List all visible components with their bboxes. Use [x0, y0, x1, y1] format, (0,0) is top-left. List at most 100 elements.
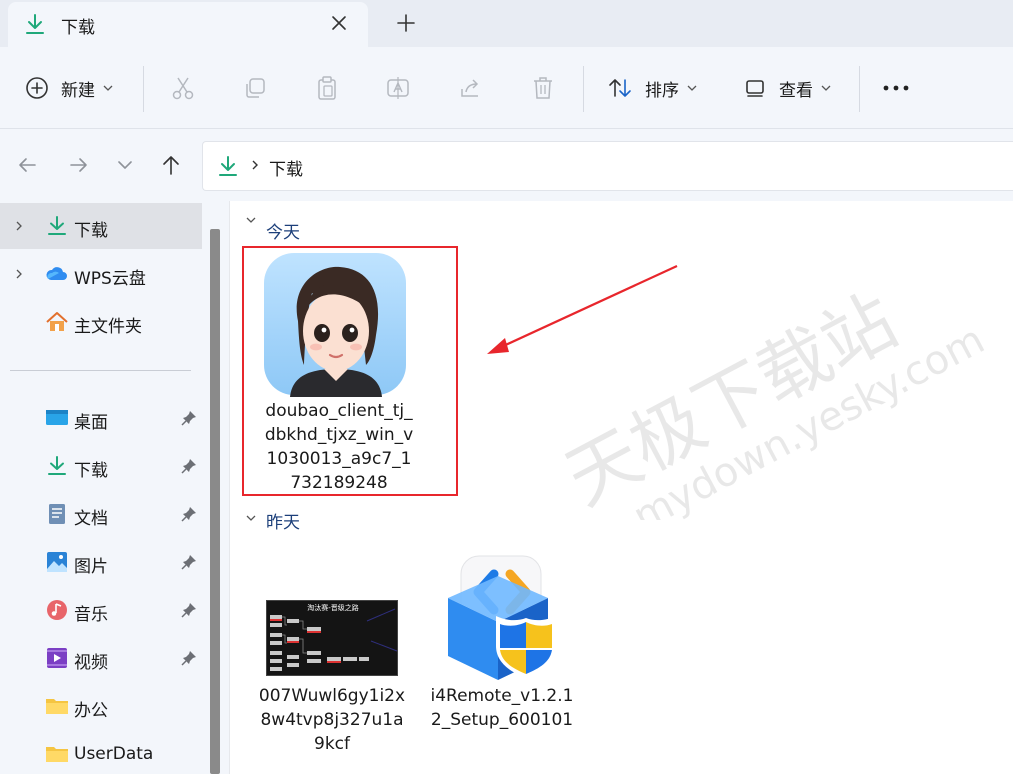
- close-icon[interactable]: [328, 12, 350, 34]
- sort-arrows-icon: [609, 79, 631, 97]
- sidebar-scrollbar[interactable]: [209, 201, 221, 774]
- pin-icon[interactable]: [180, 457, 198, 475]
- chevron-down-icon[interactable]: [244, 213, 258, 227]
- document-icon: [49, 504, 65, 524]
- back-arrow-icon[interactable]: [15, 153, 39, 177]
- navigation-pane: 下载 WPS云盘 主文件夹 桌面 下载 文档 图片 音乐 视频 办公 UserD…: [0, 201, 209, 774]
- scrollbar-thumb[interactable]: [210, 229, 220, 774]
- file-item[interactable]: 淘汰赛-晋级之路 007Wuwl6gy1i2x8w4tvp8j327u1a9kc…: [257, 600, 407, 760]
- bracket-graphic: [270, 608, 398, 671]
- forward-arrow-icon[interactable]: [67, 153, 91, 177]
- sidebar-item-label: 图片: [74, 557, 108, 577]
- view-layout-icon: [746, 80, 764, 97]
- sidebar-item-home[interactable]: 主文件夹: [0, 299, 202, 345]
- sidebar-item-label: 视频: [74, 653, 108, 673]
- video-icon: [47, 648, 67, 668]
- music-icon: [47, 600, 67, 620]
- toolbar-separator: [143, 66, 144, 112]
- more-dots-icon: [883, 85, 909, 91]
- sidebar-item-label: 桌面: [74, 413, 108, 433]
- home-icon: [46, 312, 68, 331]
- sidebar-item-pictures[interactable]: 图片: [0, 539, 202, 585]
- new-button-label: 新建: [61, 80, 95, 101]
- download-arrow-icon: [219, 156, 237, 176]
- sidebar-divider: [10, 370, 191, 371]
- sidebar-item-userdata[interactable]: UserData: [0, 731, 202, 774]
- rename-button[interactable]: [385, 47, 411, 129]
- command-bar: 新建 排序 查看: [0, 47, 1013, 129]
- pin-icon[interactable]: [180, 409, 198, 427]
- cloud-icon: [46, 267, 67, 280]
- i4remote-installer-icon: [448, 555, 556, 680]
- sidebar-item-label: 下载: [74, 461, 108, 481]
- desktop-icon: [46, 410, 68, 425]
- pin-icon[interactable]: [180, 553, 198, 571]
- up-arrow-icon[interactable]: [159, 153, 183, 177]
- download-arrow-icon: [26, 14, 44, 34]
- breadcrumb-chevron-icon[interactable]: [249, 158, 261, 172]
- pane-divider[interactable]: [221, 201, 230, 774]
- file-name: i4Remote_v1.2.12_Setup_600101: [430, 686, 574, 730]
- clipboard-icon: [318, 76, 336, 100]
- chevron-down-icon[interactable]: [244, 511, 258, 525]
- file-item[interactable]: doubao_client_tj_dbkhd_tjxz_win_v1030013…: [264, 251, 425, 493]
- sidebar-item-label: UserData: [74, 744, 154, 764]
- scissors-icon: [172, 77, 194, 100]
- chevron-right-icon[interactable]: [12, 219, 26, 233]
- sidebar-item-label: 下载: [74, 221, 108, 241]
- sidebar-item-desktop[interactable]: 桌面: [0, 395, 202, 441]
- sidebar-item-downloads-pinned[interactable]: 下载: [0, 443, 202, 489]
- sidebar-item-label: 文档: [74, 509, 108, 529]
- sidebar-item-documents[interactable]: 文档: [0, 491, 202, 537]
- share-icon: [461, 79, 479, 97]
- image-thumbnail: 淘汰赛-晋级之路: [266, 600, 398, 676]
- sidebar-item-music[interactable]: 音乐: [0, 587, 202, 633]
- sidebar-item-wps-cloud[interactable]: WPS云盘: [0, 251, 202, 297]
- address-bar[interactable]: 下载: [202, 141, 1013, 191]
- picture-icon: [47, 552, 67, 572]
- group-title-yesterday[interactable]: 昨天: [266, 508, 300, 533]
- pin-icon[interactable]: [180, 649, 198, 667]
- folder-icon: [46, 699, 68, 714]
- download-arrow-icon: [48, 216, 66, 235]
- breadcrumb-downloads[interactable]: 下载: [269, 155, 303, 180]
- sidebar-item-downloads[interactable]: 下载: [0, 203, 202, 249]
- tab-strip: 下载: [0, 0, 1013, 47]
- new-button[interactable]: 新建: [25, 47, 113, 129]
- plus-circle-icon: [26, 77, 48, 99]
- file-name: doubao_client_tj_dbkhd_tjxz_win_v1030013…: [264, 401, 414, 493]
- rename-icon: [387, 77, 409, 99]
- pin-icon[interactable]: [180, 601, 198, 619]
- chevron-down-icon: [103, 85, 113, 91]
- sidebar-item-label: 主文件夹: [74, 317, 142, 337]
- file-item[interactable]: i4Remote_v1.2.12_Setup_600101: [427, 552, 577, 762]
- view-button-label: 查看: [779, 80, 813, 101]
- download-arrow-icon: [48, 456, 66, 475]
- cut-button[interactable]: [170, 47, 196, 129]
- group-title-today[interactable]: 今天: [266, 218, 300, 243]
- sidebar-item-label: WPS云盘: [74, 269, 146, 289]
- sidebar-item-videos[interactable]: 视频: [0, 635, 202, 681]
- pin-icon[interactable]: [180, 505, 198, 523]
- share-button[interactable]: [458, 47, 484, 129]
- sidebar-item-office[interactable]: 办公: [0, 683, 202, 729]
- tab-title: 下载: [61, 18, 95, 38]
- paste-button[interactable]: [314, 47, 340, 129]
- recent-locations-chevron-icon[interactable]: [113, 153, 137, 177]
- chevron-right-icon[interactable]: [12, 267, 26, 281]
- tab-downloads[interactable]: 下载: [8, 2, 368, 47]
- chevron-down-icon: [687, 85, 697, 91]
- delete-button[interactable]: [530, 47, 556, 129]
- trash-icon: [534, 77, 552, 99]
- toolbar-separator: [583, 66, 584, 112]
- copy-button[interactable]: [242, 47, 268, 129]
- toolbar-separator: [859, 66, 860, 112]
- new-tab-plus-icon[interactable]: [395, 12, 417, 34]
- view-button[interactable]: 查看: [745, 47, 831, 129]
- more-options-button[interactable]: [883, 47, 909, 129]
- navigation-row: 下载: [0, 129, 1013, 201]
- annotation-arrow: [487, 265, 678, 354]
- doubao-avatar-icon: [264, 253, 406, 397]
- chevron-down-icon: [821, 85, 831, 91]
- sort-button[interactable]: 排序: [607, 47, 697, 129]
